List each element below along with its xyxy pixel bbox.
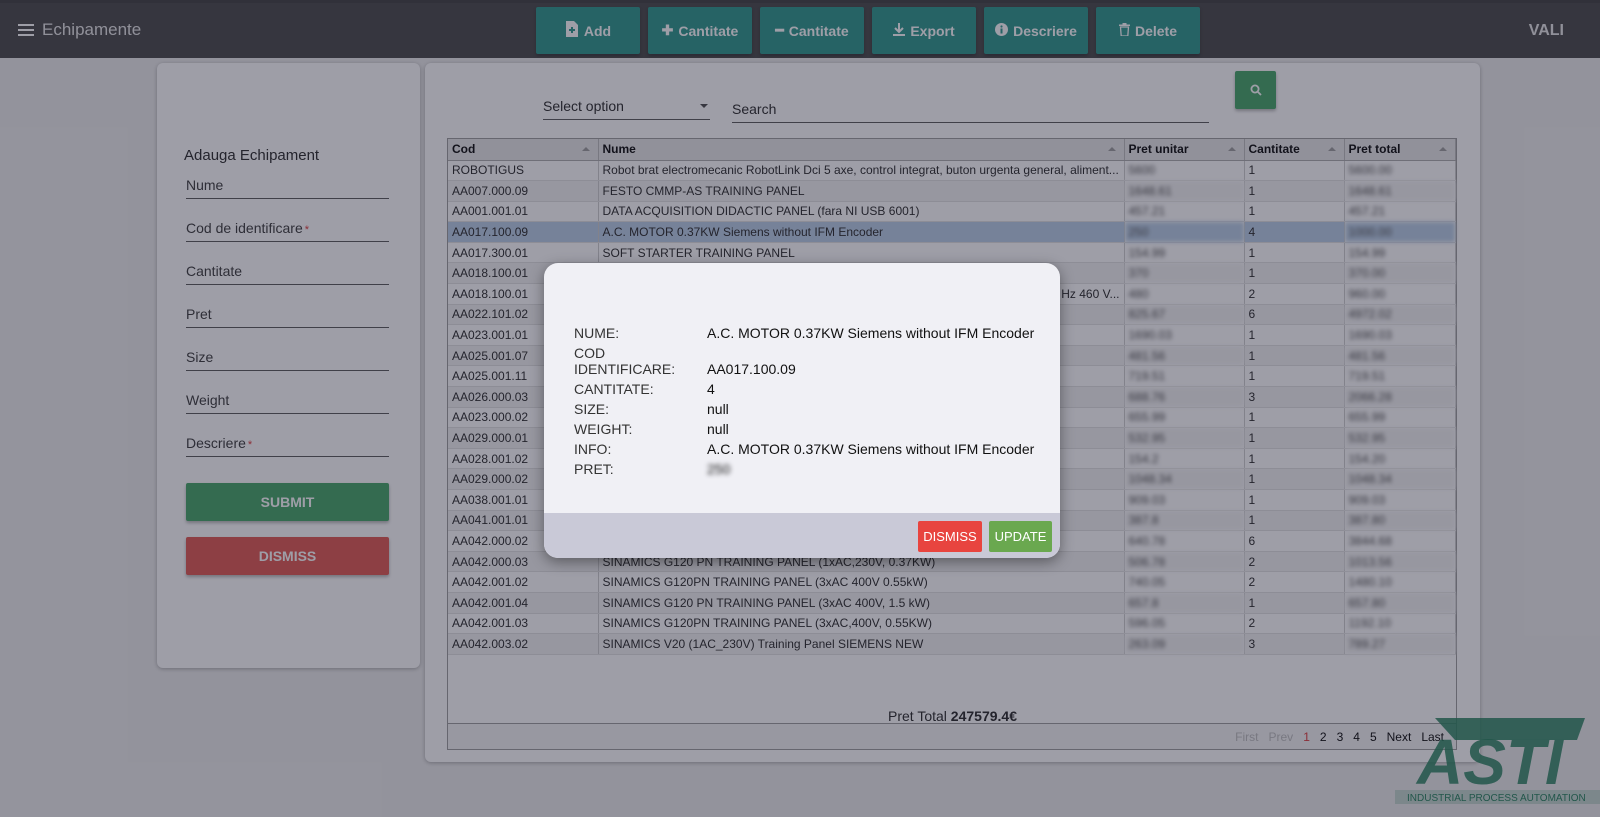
modal-code-label: COD IDENTIFICARE: bbox=[574, 345, 676, 377]
modal-price-value: 250 bbox=[707, 461, 731, 477]
modal-name-label: NUME: bbox=[574, 325, 620, 341]
modal-quantity-value: 4 bbox=[707, 381, 715, 397]
modal-info-label: INFO: bbox=[574, 441, 612, 457]
modal-footer bbox=[544, 513, 1060, 558]
modal-quantity-label: CANTITATE: bbox=[574, 381, 654, 397]
modal-weight-label: WEIGHT: bbox=[574, 421, 633, 437]
modal-size-label: SIZE: bbox=[574, 401, 610, 417]
modal-dismiss-button[interactable]: DISMISS bbox=[918, 521, 982, 552]
modal-update-button[interactable]: UPDATE bbox=[989, 521, 1052, 552]
equipment-details-modal: NUME: A.C. MOTOR 0.37KW Siemens without … bbox=[544, 263, 1060, 558]
modal-price-label: PRET: bbox=[574, 461, 614, 477]
modal-info-value: A.C. MOTOR 0.37KW Siemens without IFM En… bbox=[707, 441, 1035, 457]
modal-code-value: AA017.100.09 bbox=[707, 361, 796, 377]
modal-weight-value: null bbox=[707, 421, 729, 437]
modal-size-value: null bbox=[707, 401, 729, 417]
modal-name-value: A.C. MOTOR 0.37KW Siemens without IFM En… bbox=[707, 325, 1035, 341]
